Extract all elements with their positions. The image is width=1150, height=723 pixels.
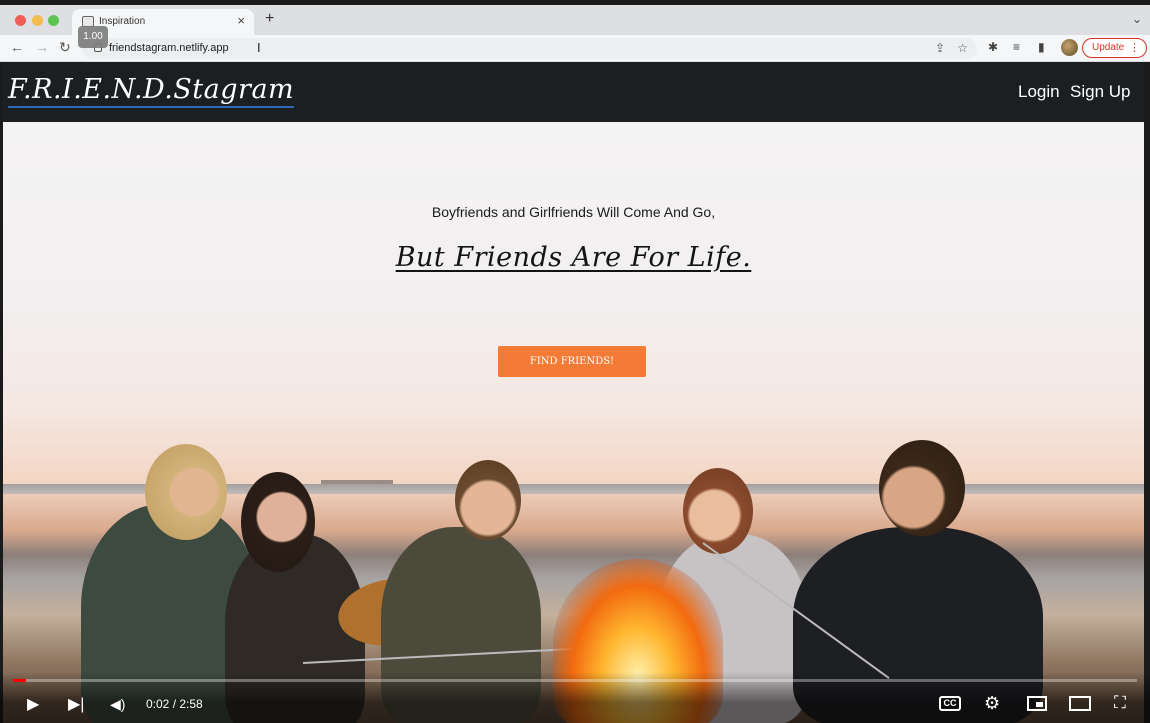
hero-banner: Boyfriends and Girlfriends Will Come And…: [3, 122, 1144, 723]
new-tab-button[interactable]: +: [265, 10, 274, 28]
person-3-head: [455, 460, 521, 540]
maximize-window-button[interactable]: [48, 15, 59, 26]
fullscreen-icon[interactable]: ⛶: [1114, 693, 1126, 713]
zoom-badge: 1.00: [78, 26, 108, 48]
video-progress-bar[interactable]: [13, 679, 1137, 682]
update-label: Update: [1092, 42, 1125, 53]
ship-silhouette: [321, 480, 393, 484]
screen: Inspiration × + ⌄ 1.00 ← → ↻ friendstagr…: [0, 0, 1150, 723]
tab-search-icon[interactable]: ⌄: [1132, 12, 1142, 26]
browser-toolbar: ← → ↻ friendstagram.netlify.app I ⇪ ☆ ✱ …: [0, 35, 1150, 62]
sidebar-icon[interactable]: ▮: [1038, 40, 1045, 54]
person-2-head: [241, 472, 315, 572]
reading-list-icon[interactable]: ≡: [1013, 40, 1020, 54]
signup-link[interactable]: Sign Up: [1070, 82, 1130, 102]
captions-button[interactable]: CC: [939, 696, 961, 711]
forward-icon[interactable]: →: [35, 39, 49, 55]
extensions-icon[interactable]: ✱: [988, 40, 998, 54]
theater-icon[interactable]: [1069, 696, 1091, 711]
site-navbar: F.R.I.E.N.D.Stagram Login Sign Up: [3, 62, 1144, 122]
address-bar[interactable]: friendstagram.netlify.app I ⇪ ☆: [82, 38, 977, 59]
site-logo[interactable]: F.R.I.E.N.D.Stagram: [8, 75, 295, 108]
login-link[interactable]: Login: [1018, 82, 1060, 102]
share-icon[interactable]: ⇪: [935, 41, 945, 55]
hero-tagline: Boyfriends and Girlfriends Will Come And…: [431, 204, 716, 220]
text-cursor-icon: I: [257, 40, 261, 55]
video-progress-fill: [13, 679, 26, 682]
hero-motto-text: But Friends Are For Life.: [395, 242, 752, 273]
find-friends-button[interactable]: FIND FRIENDS!: [498, 346, 646, 377]
web-page: F.R.I.E.N.D.Stagram Login Sign Up Boyfri…: [3, 62, 1144, 723]
tab-title: Inspiration: [99, 16, 146, 27]
volume-icon[interactable]: ◀): [110, 696, 125, 713]
miniplayer-icon[interactable]: [1027, 696, 1047, 711]
settings-icon[interactable]: ⚙: [984, 693, 1000, 714]
back-icon[interactable]: ←: [10, 39, 24, 55]
minimize-window-button[interactable]: [32, 15, 43, 26]
url-text[interactable]: friendstagram.netlify.app: [109, 42, 229, 54]
more-icon: ⋮: [1129, 42, 1140, 54]
hero-motto: But Friends Are For Life.: [3, 242, 1144, 273]
close-window-button[interactable]: [15, 15, 26, 26]
star-icon[interactable]: ☆: [957, 41, 968, 55]
browser-tab-bar: Inspiration × + ⌄: [0, 5, 1150, 35]
person-4-head: [683, 468, 753, 554]
person-1-head: [145, 444, 227, 540]
next-icon[interactable]: ▶|: [68, 694, 84, 714]
reload-icon[interactable]: ↻: [59, 39, 71, 56]
profile-avatar[interactable]: [1061, 39, 1078, 56]
person-5-head: [879, 440, 965, 536]
tab-close-icon[interactable]: ×: [237, 13, 245, 28]
play-icon[interactable]: ▶: [27, 694, 39, 714]
update-button[interactable]: Update ⋮: [1082, 38, 1147, 58]
video-time: 0:02 / 2:58: [146, 697, 203, 711]
